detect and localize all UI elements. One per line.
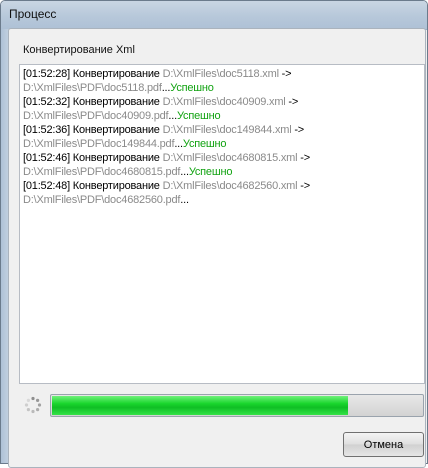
log-target-path: D:\XmlFiles\PDF\doc4680815.pdf (23, 166, 181, 178)
log-arrow: -> (300, 180, 310, 192)
log-entry: [01:52:48] Конвертирование D:\XmlFiles\d… (23, 179, 421, 207)
loading-spinner-icon (24, 396, 42, 414)
log-ellipsis: ... (180, 166, 189, 178)
log-source-path: D:\XmlFiles\doc4682560.xml (162, 180, 298, 192)
log-timestamp: [01:52:32] (23, 96, 70, 108)
log-source-path: D:\XmlFiles\doc40909.xml (162, 96, 286, 108)
log-timestamp: [01:52:28] (23, 68, 70, 80)
groupbox-title: Конвертирование Xml (20, 44, 138, 56)
log-target-path: D:\XmlFiles\PDF\doc149844.pdf (23, 138, 175, 150)
progress-bar-fill (52, 396, 348, 415)
log-arrow: -> (300, 152, 310, 164)
log-arrow: -> (281, 68, 292, 80)
log-timestamp: [01:52:46] (23, 152, 70, 164)
log-ellipsis: ... (174, 138, 183, 150)
log-action: Конвертирование (72, 124, 160, 136)
log-target-path: D:\XmlFiles\PDF\doc5118.pdf (23, 82, 162, 94)
log-target-path: D:\XmlFiles\PDF\doc40909.pdf (23, 110, 169, 122)
log-status: Успешно (170, 82, 214, 94)
window-title: Процесс (9, 7, 57, 21)
log-action: Конвертирование (72, 96, 160, 108)
progress-bar (50, 394, 424, 417)
log-timestamp: [01:52:48] (23, 180, 70, 192)
log-ellipsis: ... (161, 82, 171, 94)
log-timestamp: [01:52:36] (23, 124, 70, 136)
log-status: Успешно (177, 110, 221, 122)
log-entry: [01:52:28] Конвертирование D:\XmlFiles\d… (23, 67, 421, 95)
log-action: Конвертирование (72, 68, 160, 80)
log-action: Конвертирование (72, 152, 160, 164)
log-status: Успешно (182, 138, 227, 150)
log-entry: [01:52:36] Конвертирование D:\XmlFiles\d… (23, 123, 421, 151)
log-action: Конвертирование (72, 180, 160, 192)
log-target-path: D:\XmlFiles\PDF\doc4682560.pdf (23, 194, 181, 206)
log-ellipsis: ... (180, 194, 189, 206)
log-source-path: D:\XmlFiles\doc4680815.xml (162, 152, 298, 164)
log-arrow: -> (294, 124, 305, 136)
log-status: Успешно (188, 166, 233, 178)
log-entry: [01:52:32] Конвертирование D:\XmlFiles\d… (23, 95, 421, 123)
conversion-log[interactable]: [01:52:28] Конвертирование D:\XmlFiles\d… (19, 64, 425, 384)
log-entry: [01:52:46] Конвертирование D:\XmlFiles\d… (23, 151, 421, 179)
log-ellipsis: ... (168, 110, 177, 122)
cancel-button[interactable]: Отмена (343, 432, 424, 457)
log-arrow: -> (288, 96, 299, 108)
log-source-path: D:\XmlFiles\doc149844.xml (162, 124, 292, 136)
log-source-path: D:\XmlFiles\doc5118.xml (162, 68, 279, 80)
title-bar[interactable]: Процесс (1, 1, 427, 30)
